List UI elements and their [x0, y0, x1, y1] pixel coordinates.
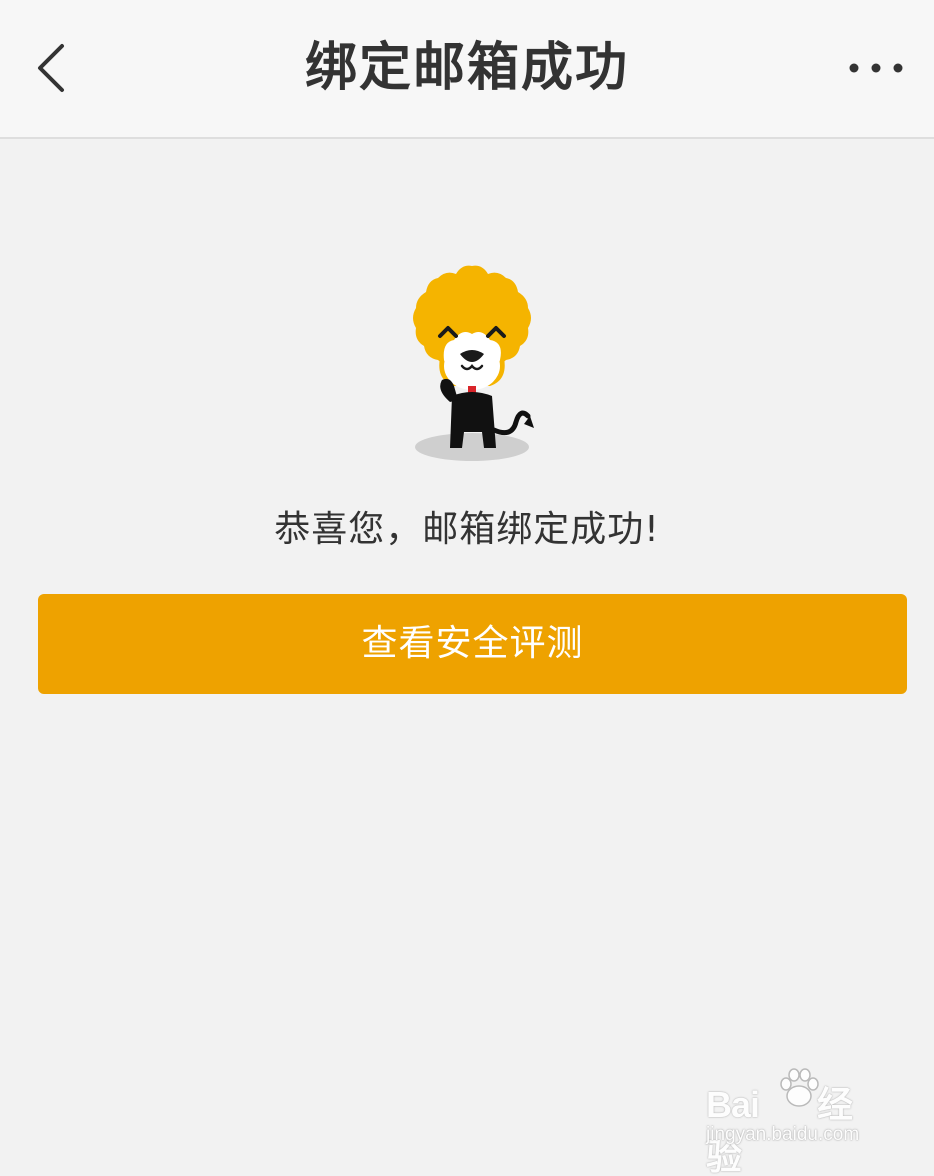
chevron-left-icon	[38, 44, 64, 92]
more-horizontal-icon	[849, 63, 903, 73]
page: 绑定邮箱成功 恭喜您，邮箱绑定成功! 查看安全评测 Bai 经验 jingyan…	[0, 0, 934, 1176]
lion-mascot-icon	[413, 265, 534, 461]
nav-bar: 绑定邮箱成功	[0, 0, 934, 139]
page-title: 绑定邮箱成功	[304, 38, 629, 98]
watermark-url: jingyan.baidu.com	[706, 1124, 860, 1145]
view-security-assessment-button[interactable]: 查看安全评测	[38, 594, 907, 694]
back-button[interactable]	[22, 30, 82, 106]
baidu-jingyan-watermark: Bai 经验 jingyan.baidu.com	[706, 1066, 886, 1176]
more-button[interactable]	[846, 48, 910, 88]
baidu-paw-icon	[780, 1068, 819, 1107]
success-message: 恭喜您，邮箱绑定成功!	[274, 509, 660, 550]
